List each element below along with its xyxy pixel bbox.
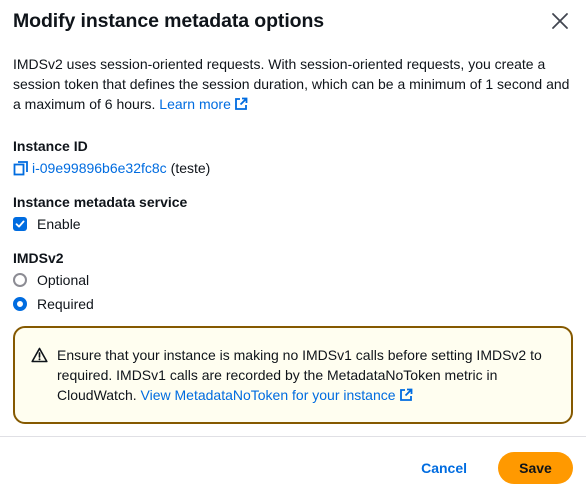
checkmark-icon xyxy=(15,220,25,228)
save-button[interactable]: Save xyxy=(498,452,573,484)
alert-text: Ensure that your instance is making no I… xyxy=(57,345,557,412)
modal-title: Modify instance metadata options xyxy=(13,10,325,32)
instance-id-row: i-09e99896b6e32fc8c (teste) xyxy=(13,158,210,178)
required-radio[interactable] xyxy=(13,297,27,311)
cancel-button[interactable]: Cancel xyxy=(421,460,467,476)
external-link-icon xyxy=(399,388,412,401)
learn-more-label: Learn more xyxy=(159,96,231,112)
instance-id-label: Instance ID xyxy=(13,138,88,154)
external-link-icon xyxy=(234,97,248,110)
modal-body: IMDSv2 uses session-oriented requests. W… xyxy=(13,54,573,424)
instance-name: (teste) xyxy=(170,160,211,176)
learn-more-link[interactable]: Learn more xyxy=(159,96,248,112)
close-icon xyxy=(552,13,568,29)
copy-button[interactable] xyxy=(13,160,29,176)
optional-radio-label: Optional xyxy=(37,272,90,288)
enable-checkbox-row[interactable]: Enable xyxy=(13,212,187,236)
optional-radio[interactable] xyxy=(13,273,27,287)
metadata-service-field: Instance metadata service Enable xyxy=(13,192,187,236)
copy-icon xyxy=(13,161,28,176)
modal-header: Modify instance metadata options xyxy=(13,6,573,36)
footer-divider xyxy=(0,436,586,437)
warning-icon xyxy=(31,347,48,363)
modal-footer: Cancel Save xyxy=(421,452,573,484)
enable-checkbox-label: Enable xyxy=(37,216,81,232)
enable-checkbox[interactable] xyxy=(13,217,27,231)
imdsv2-label: IMDSv2 xyxy=(13,250,64,266)
view-metadatanotoken-link[interactable]: View MetadataNoToken for your instance xyxy=(141,387,413,403)
description-text: IMDSv2 uses session-oriented requests. W… xyxy=(13,56,570,112)
modify-metadata-modal: Modify instance metadata options IMDSv2 … xyxy=(0,0,586,490)
alert-icon-wrapper xyxy=(31,345,49,412)
close-button[interactable] xyxy=(547,8,573,34)
warning-alert: Ensure that your instance is making no I… xyxy=(13,326,573,424)
imdsv2-option-optional[interactable]: Optional xyxy=(13,268,94,292)
description: IMDSv2 uses session-oriented requests. W… xyxy=(13,54,573,114)
imdsv2-option-required[interactable]: Required xyxy=(13,292,94,316)
required-radio-label: Required xyxy=(37,296,94,312)
instance-id-link[interactable]: i-09e99896b6e32fc8c xyxy=(32,158,167,178)
metadata-service-label: Instance metadata service xyxy=(13,194,188,210)
view-metadatanotoken-label: View MetadataNoToken for your instance xyxy=(140,387,396,403)
instance-id-field: Instance ID i-09e99896b6e32fc8c (teste) xyxy=(13,136,210,178)
imdsv2-field: IMDSv2 Optional Required xyxy=(13,248,94,316)
